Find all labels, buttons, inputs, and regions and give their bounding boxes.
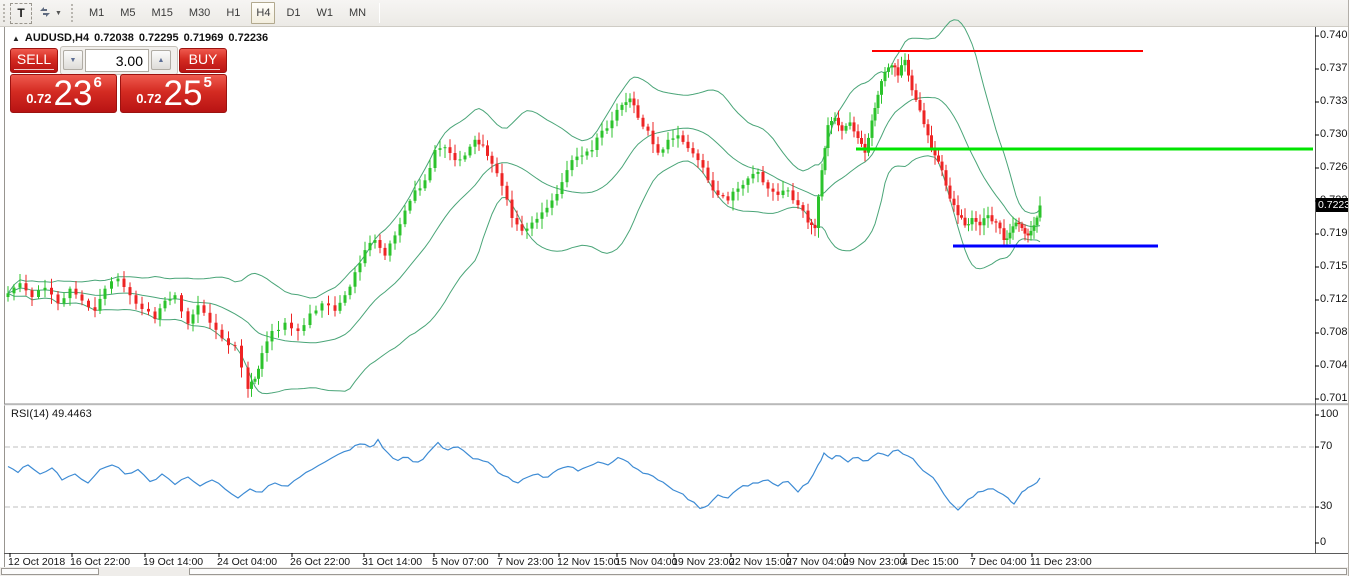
bid-price-pipette: 6 xyxy=(93,74,102,91)
status-segment xyxy=(1,568,99,575)
rsi-line xyxy=(7,438,1041,511)
price-axis-label: 0.73000 xyxy=(1320,128,1348,140)
horizontal-scrollbar[interactable] xyxy=(189,568,1347,575)
symbol-period-label: AUDUSD,H4 xyxy=(24,32,90,44)
price-axis-label: 0.70130 xyxy=(1320,392,1348,404)
ohlc-low: 0.71969 xyxy=(183,32,224,44)
price-axis-label: 0.73720 xyxy=(1320,62,1348,74)
rsi-indicator-label: RSI(14) 49.4463 xyxy=(11,408,92,420)
ask-price-pipette: 5 xyxy=(203,74,212,91)
sell-button-label: SELL xyxy=(13,51,55,70)
volume-input[interactable] xyxy=(85,49,149,72)
ohlc-open: 0.72038 xyxy=(94,32,134,44)
volume-decrease-button[interactable]: ▼ xyxy=(63,50,83,70)
price-axis-label: 0.70850 xyxy=(1320,326,1348,338)
axis-ticks xyxy=(9,35,1319,557)
buy-button[interactable]: BUY xyxy=(179,48,227,73)
ask-price-prefix: 0.72 xyxy=(136,91,162,106)
status-bar xyxy=(0,567,1348,576)
rsi-axis-label: 0 xyxy=(1320,536,1327,548)
price-axis-label: 0.74080 xyxy=(1320,29,1348,41)
bid-price-prefix: 0.72 xyxy=(26,91,52,106)
rsi-axis-label: 100 xyxy=(1320,408,1339,420)
collapse-trade-panel-icon[interactable]: ▲ xyxy=(12,34,20,43)
rsi-axis-label: 70 xyxy=(1320,440,1333,452)
buy-price-button[interactable]: 0.72 25 5 xyxy=(120,74,227,113)
sell-price-button[interactable]: 0.72 23 6 xyxy=(10,74,117,113)
sell-button[interactable]: SELL xyxy=(10,48,58,73)
price-axis-label: 0.72640 xyxy=(1320,161,1348,173)
current-price-tag: 0.72236 xyxy=(1316,198,1348,212)
price-axis-label: 0.71560 xyxy=(1320,260,1348,272)
price-axis-label: 0.70490 xyxy=(1320,359,1348,371)
rsi-axis-label: 30 xyxy=(1320,500,1333,512)
mt4-window: T ▼ M1 M5 M15 M30 H1 H4 D1 W1 MN ▲ AUDUSD,H4 0.7… xyxy=(0,0,1349,576)
chart-title: ▲ AUDUSD,H4 0.72038 0.72295 0.71969 0.72… xyxy=(12,32,268,44)
price-axis-label: 0.71210 xyxy=(1320,293,1348,305)
price-axis-label: 0.73360 xyxy=(1320,95,1348,107)
ohlc-high: 0.72295 xyxy=(138,32,179,44)
ohlc-close: 0.72236 xyxy=(228,32,269,44)
volume-increase-button[interactable]: ▲ xyxy=(151,50,171,70)
price-axis-label: 0.71920 xyxy=(1320,227,1348,239)
ask-price-big: 25 xyxy=(163,74,203,113)
buy-button-label: BUY xyxy=(185,51,221,70)
bid-price-big: 23 xyxy=(53,74,93,113)
